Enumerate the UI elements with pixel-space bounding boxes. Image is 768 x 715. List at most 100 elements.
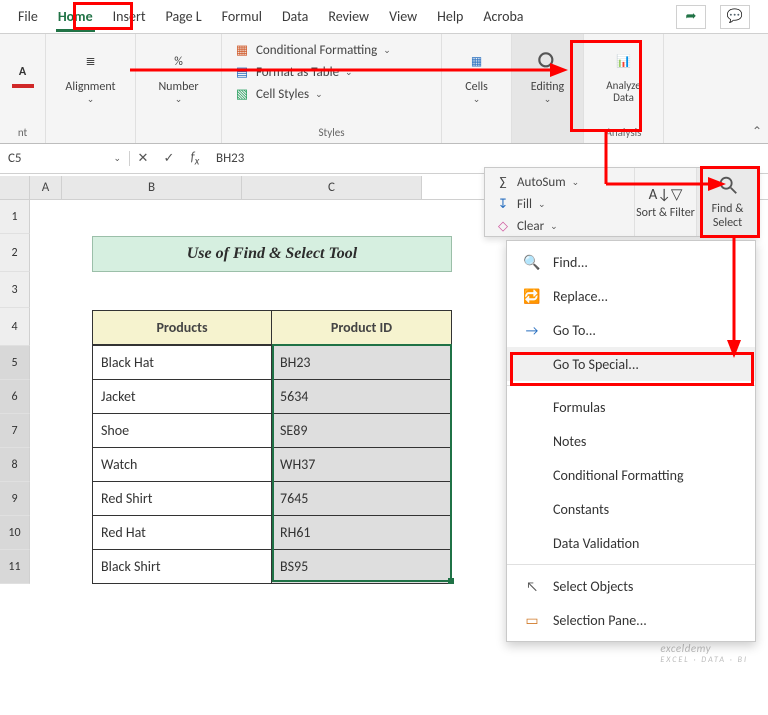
menu-formulas[interactable]: Formulas [507, 390, 755, 424]
col-header-A[interactable]: A [30, 176, 62, 199]
menu-goto[interactable]: → Go To... [507, 313, 755, 347]
table-cell[interactable]: RH61 [272, 515, 451, 549]
annotation-arrow-2 [600, 132, 730, 192]
table-cell[interactable]: WH37 [272, 447, 451, 481]
table-cell[interactable]: Black Shirt [93, 549, 272, 583]
table-cell[interactable]: Jacket [93, 379, 272, 413]
menu-cond-fmt[interactable]: Conditional Formatting [507, 458, 755, 492]
menu-constants-label: Constants [553, 501, 609, 518]
blank-icon [523, 355, 541, 373]
comment-icon: 💬 [727, 9, 743, 24]
table-cell[interactable]: SE89 [272, 413, 451, 447]
row-headers: 1 2 3 4 5 6 7 8 9 10 11 [0, 200, 30, 600]
tab-formulas[interactable]: Formul [212, 2, 272, 31]
cancel-formula-icon[interactable]: ✕ [130, 151, 156, 166]
annotation-arrow-1 [130, 60, 570, 80]
chevron-down-icon[interactable]: ⌄ [113, 153, 121, 164]
alignment-label: Alignment [65, 80, 115, 94]
table-cell[interactable]: BH23 [272, 345, 451, 379]
table-cell[interactable]: Watch [93, 447, 272, 481]
row-header[interactable]: 4 [0, 308, 30, 346]
menu-separator [507, 385, 755, 386]
watermark-tag: EXCEL · DATA · BI [660, 655, 748, 665]
row-header[interactable]: 1 [0, 200, 30, 234]
arrow-right-icon: → [523, 321, 541, 339]
table-cell[interactable]: 7645 [272, 481, 451, 515]
sigma-icon: ∑ [495, 174, 511, 190]
row-header[interactable]: 6 [0, 380, 30, 414]
table-cell[interactable]: BS95 [272, 549, 451, 583]
menu-data-validation-label: Data Validation [553, 535, 639, 552]
cell-styles-icon: ▧ [234, 86, 250, 102]
search-icon: 🔍 [523, 253, 541, 271]
table-header-product-id: Product ID [272, 311, 451, 345]
cell-styles-button[interactable]: ▧Cell Styles ⌄ [230, 84, 433, 104]
tab-home[interactable]: Home [48, 2, 103, 31]
table-cell[interactable]: Red Hat [93, 515, 272, 549]
col-header-B[interactable]: B [62, 176, 242, 199]
row-header[interactable]: 7 [0, 414, 30, 448]
fill-button[interactable]: ↧Fill ⌄ [491, 194, 628, 214]
sort-filter-label: Sort & Filter [636, 206, 695, 220]
fill-handle[interactable] [448, 578, 454, 584]
row-header[interactable]: 9 [0, 482, 30, 516]
replace-icon: 🔁 [523, 287, 541, 305]
tab-acrobat[interactable]: Acroba [473, 2, 533, 31]
col-header-C[interactable]: C [242, 176, 422, 199]
analyze-data-button[interactable]: 📊Analyze Data [593, 40, 655, 112]
clear-button[interactable]: ◇Clear ⌄ [491, 216, 628, 236]
name-box-value: C5 [8, 151, 22, 166]
menu-find[interactable]: 🔍 Find... [507, 245, 755, 279]
menu-notes-label: Notes [553, 433, 586, 450]
row-header[interactable]: 11 [0, 550, 30, 584]
tab-file[interactable]: File [8, 2, 48, 31]
table-cell[interactable]: Red Shirt [93, 481, 272, 515]
menu-notes[interactable]: Notes [507, 424, 755, 458]
menu-replace[interactable]: 🔁 Replace... [507, 279, 755, 313]
menu-selection-pane-label: Selection Pane... [553, 612, 647, 629]
row-header[interactable]: 8 [0, 448, 30, 482]
font-color-icon[interactable]: A [12, 60, 34, 88]
row-header[interactable]: 5 [0, 346, 30, 380]
fill-down-icon: ↧ [495, 196, 511, 212]
align-icon: ≣ [77, 48, 105, 76]
cell-styles-label: Cell Styles [256, 87, 309, 102]
table-cell[interactable]: Shoe [93, 413, 272, 447]
share-button[interactable]: ➦ [676, 5, 706, 29]
row-header[interactable]: 10 [0, 516, 30, 550]
fx-icon[interactable]: fx [182, 150, 208, 168]
select-all-corner[interactable] [0, 176, 30, 199]
ribbon-tab-row: File Home Insert Page L Formul Data Revi… [0, 0, 768, 34]
alignment-button[interactable]: ≣Alignment⌄ [60, 40, 122, 112]
cursor-icon: ↖ [523, 577, 541, 595]
annotation-arrow-3 [724, 238, 744, 358]
tab-data[interactable]: Data [272, 2, 318, 31]
cond-fmt-label: Conditional Formatting [256, 43, 377, 58]
menu-formulas-label: Formulas [553, 399, 605, 416]
row-header[interactable]: 3 [0, 272, 30, 308]
accept-formula-icon[interactable]: ✓ [156, 151, 182, 166]
menu-constants[interactable]: Constants [507, 492, 755, 526]
menu-selection-pane[interactable]: ▭Selection Pane... [507, 603, 755, 637]
analyze-label: Analyze Data [601, 80, 647, 104]
tab-insert[interactable]: Insert [103, 2, 156, 31]
tab-view[interactable]: View [379, 2, 427, 31]
collapse-ribbon-icon[interactable]: ⌃ [752, 124, 762, 139]
menu-goto-label: Go To... [553, 322, 596, 339]
tab-review[interactable]: Review [318, 2, 379, 31]
table-cell[interactable]: Black Hat [93, 345, 272, 379]
menu-replace-label: Replace... [553, 288, 608, 305]
autosum-label: AutoSum [517, 175, 566, 190]
tab-page-layout[interactable]: Page L [156, 2, 212, 31]
menu-select-objects[interactable]: ↖Select Objects [507, 569, 755, 603]
name-box[interactable]: C5 ⌄ [0, 151, 130, 166]
tab-help[interactable]: Help [427, 2, 473, 31]
menu-goto-special[interactable]: Go To Special... [507, 347, 755, 381]
conditional-formatting-button[interactable]: ▦Conditional Formatting ⌄ [230, 40, 433, 60]
row-header[interactable]: 2 [0, 234, 30, 272]
menu-find-label: Find... [553, 254, 588, 271]
comments-button[interactable]: 💬 [720, 5, 750, 29]
table-cell[interactable]: 5634 [272, 379, 451, 413]
menu-data-validation[interactable]: Data Validation [507, 526, 755, 560]
find-select-menu: 🔍 Find... 🔁 Replace... → Go To... Go To Spe… [506, 240, 756, 642]
